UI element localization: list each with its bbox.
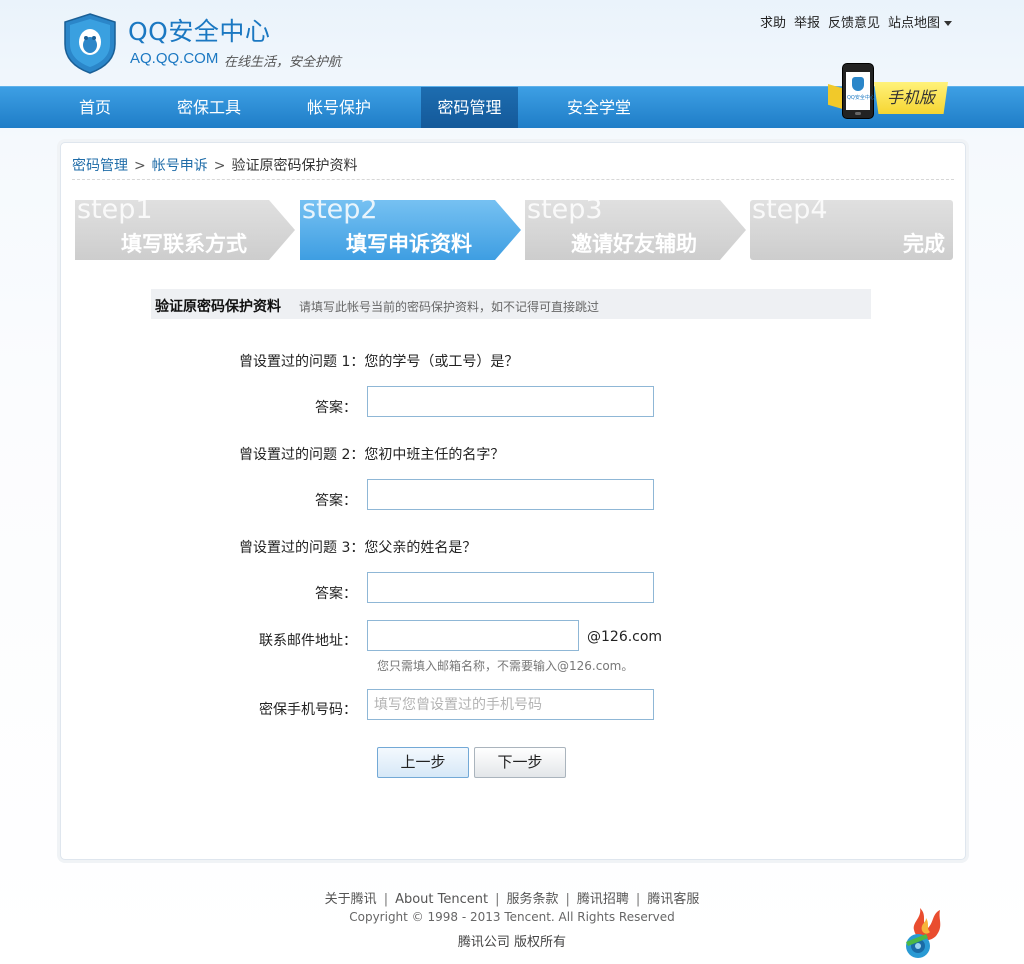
feedback-link[interactable]: 反馈意见 — [828, 12, 880, 31]
step-3: step3 邀请好友辅助 — [525, 194, 746, 260]
security-question-1: 曾设置过的问题 1：您的学号（或工号）是？ — [239, 354, 519, 370]
caret-down-icon — [944, 21, 952, 26]
breadcrumb: 密码管理 > 帐号申诉 > 验证原密码保护资料 — [72, 155, 357, 175]
footer-about-tencent-en[interactable]: About Tencent — [395, 892, 488, 907]
top-links: 求助 举报 反馈意见 站点地图 — [760, 12, 952, 31]
footer-divider: | — [565, 892, 570, 907]
nav-security-tools[interactable]: 密保工具 — [160, 87, 258, 128]
breadcrumb-current: 验证原密码保护资料 — [231, 158, 358, 174]
mobile-version-badge[interactable]: QQ安全中心 手机版 — [826, 60, 956, 122]
site-title[interactable]: QQ安全中心 — [128, 12, 270, 48]
step-2: step2 填写申诉资料 — [300, 194, 521, 260]
email-input[interactable] — [367, 620, 579, 651]
qq-shield-logo-icon[interactable] — [62, 12, 118, 74]
nav-security-school[interactable]: 安全学堂 — [550, 87, 648, 128]
report-link[interactable]: 举报 — [794, 12, 820, 31]
mobile-version-label: 手机版 — [874, 82, 948, 114]
footer-customer-service[interactable]: 腾讯客服 — [647, 892, 699, 907]
answer-3-input[interactable] — [367, 572, 654, 603]
sitemap-dropdown[interactable]: 站点地图 — [888, 12, 952, 31]
section-title: 验证原密码保护资料 — [155, 299, 281, 315]
copyright: Copyright © 1998 - 2013 Tencent. All Rig… — [349, 910, 675, 924]
site-slogan: 在线生活，安全护航 — [224, 55, 342, 70]
breadcrumb-separator: > — [213, 158, 226, 174]
email-label: 联系邮件地址： — [259, 633, 357, 649]
answer-1-input[interactable] — [367, 386, 654, 417]
footer-about-tencent-cn[interactable]: 关于腾讯 — [325, 892, 377, 907]
help-link[interactable]: 求助 — [760, 12, 786, 31]
step-1: step1 填写联系方式 — [75, 194, 295, 260]
company-rights: 腾讯公司 版权所有 — [457, 935, 567, 950]
sitemap-label: 站点地图 — [887, 16, 940, 31]
footer-terms[interactable]: 服务条款 — [507, 892, 559, 907]
phone-label: 密保手机号码： — [259, 702, 357, 718]
prev-step-button[interactable]: 上一步 — [377, 747, 469, 778]
security-question-3: 曾设置过的问题 3：您父亲的姓名是？ — [239, 540, 477, 556]
mini-shield-icon — [852, 77, 864, 91]
email-hint: 您只需填入邮箱名称，不需要输入@126.com。 — [377, 659, 634, 673]
step-4: step4 完成 — [750, 194, 953, 260]
breadcrumb-separator: > — [134, 158, 146, 174]
answer-1-label: 答案： — [315, 400, 357, 416]
breadcrumb-account-appeal[interactable]: 帐号申诉 — [152, 158, 208, 174]
step-number: step3 — [527, 194, 603, 225]
step-label: 填写联系方式 — [121, 232, 247, 256]
nav-password-management[interactable]: 密码管理 — [421, 87, 518, 128]
phone-screen-text: QQ安全中心 — [847, 95, 875, 101]
section-header: 验证原密码保护资料 请填写此帐号当前的密码保护资料，如不记得可直接跳过 — [151, 289, 871, 319]
nav-account-protection[interactable]: 帐号保护 — [290, 87, 388, 128]
breadcrumb-password-management[interactable]: 密码管理 — [72, 158, 128, 174]
next-step-button[interactable]: 下一步 — [474, 747, 566, 778]
phone-home-button — [855, 112, 861, 115]
phone-input[interactable] — [367, 689, 654, 720]
nav-home[interactable]: 首页 — [60, 87, 130, 128]
answer-2-input[interactable] — [367, 479, 654, 510]
step-label: 完成 — [903, 232, 945, 256]
footer-careers[interactable]: 腾讯招聘 — [577, 892, 629, 907]
phone-icon: QQ安全中心 — [842, 63, 875, 119]
answer-2-label: 答案： — [315, 493, 357, 509]
security-question-2: 曾设置过的问题 2：您初中班主任的名字？ — [239, 447, 505, 463]
section-hint: 请填写此帐号当前的密码保护资料，如不记得可直接跳过 — [299, 300, 600, 314]
torch-logo-icon — [906, 908, 941, 958]
site-domain: AQ.QQ.COM — [130, 50, 219, 67]
step-number: step4 — [752, 194, 828, 225]
footer-links: 关于腾讯 | About Tencent | 服务条款 | 腾讯招聘 | 腾讯客服 — [0, 888, 1024, 907]
step-label: 填写申诉资料 — [346, 232, 472, 256]
footer-divider: | — [495, 892, 500, 907]
step-number: step2 — [302, 194, 378, 225]
step-label: 邀请好友辅助 — [571, 232, 697, 256]
step-number: step1 — [77, 194, 153, 225]
breadcrumb-divider — [72, 179, 954, 180]
main-card: 密码管理 > 帐号申诉 > 验证原密码保护资料 step1 填写联系方式 step2 填… — [60, 142, 966, 860]
answer-3-label: 答案： — [315, 586, 357, 602]
footer-divider: | — [635, 892, 641, 907]
footer-divider: | — [383, 892, 389, 907]
email-domain-suffix: @126.com — [587, 629, 663, 645]
phone-screen: QQ安全中心 — [846, 72, 875, 110]
